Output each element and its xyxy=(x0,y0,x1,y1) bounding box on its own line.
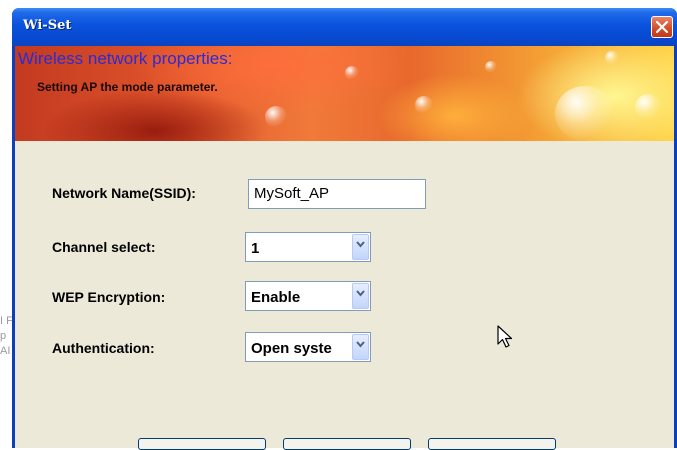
channel-dropdown-button[interactable] xyxy=(352,234,369,260)
header-banner: Wireless network properties: Setting AP … xyxy=(15,46,674,141)
close-button[interactable] xyxy=(651,16,673,38)
wep-label: WEP Encryption: xyxy=(52,289,166,305)
background-text-1: I F xyxy=(0,315,13,327)
footer-button-2[interactable] xyxy=(283,438,411,450)
background-text-3: AI xyxy=(0,345,11,357)
auth-value: Open syste xyxy=(251,340,332,357)
channel-select[interactable]: 1 xyxy=(245,232,371,262)
banner-subtitle: Setting AP the mode parameter. xyxy=(37,80,218,94)
chevron-down-icon xyxy=(356,241,365,248)
ssid-label: Network Name(SSID): xyxy=(52,185,196,201)
auth-dropdown-button[interactable] xyxy=(352,334,369,360)
chevron-down-icon xyxy=(356,290,365,297)
wep-value: Enable xyxy=(251,289,301,306)
footer-button-3[interactable] xyxy=(428,438,556,450)
wep-select[interactable]: Enable xyxy=(245,281,371,311)
channel-value: 1 xyxy=(251,240,260,257)
channel-label: Channel select: xyxy=(52,239,156,255)
wep-dropdown-button[interactable] xyxy=(352,283,369,309)
auth-label: Authentication: xyxy=(52,340,155,356)
banner-title: Wireless network properties: xyxy=(18,49,233,68)
background-text-2: p xyxy=(0,330,7,342)
footer-button-1[interactable] xyxy=(138,438,266,450)
window-title: Wi-Set xyxy=(23,18,72,33)
title-bar[interactable]: Wi-Set xyxy=(12,8,677,46)
dialog-body: Wireless network properties: Setting AP … xyxy=(15,46,674,448)
dialog-window: Wi-Set Wireless network properties: Sett… xyxy=(12,8,677,448)
auth-select[interactable]: Open syste xyxy=(245,332,371,362)
close-icon xyxy=(656,21,668,33)
ssid-input[interactable]: MySoft_AP xyxy=(248,179,426,209)
chevron-down-icon xyxy=(356,341,365,348)
mouse-cursor-icon xyxy=(497,325,513,348)
